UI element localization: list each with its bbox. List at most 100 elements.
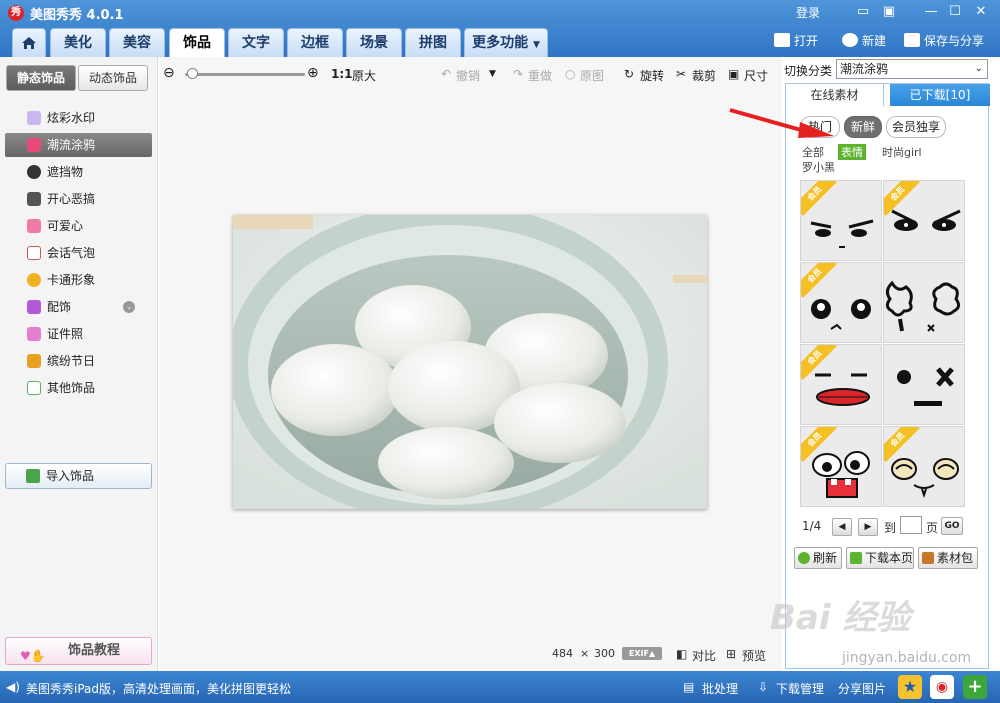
download-manager-button[interactable]: 下载管理 [776, 680, 824, 697]
compare-button[interactable]: 对比 [692, 647, 716, 664]
redo-button[interactable]: 重做 [528, 67, 552, 84]
new-label: 新建 [862, 34, 887, 48]
open-button[interactable]: 打开 [774, 32, 818, 49]
share-image-button[interactable]: 分享图片 [838, 680, 886, 697]
original-button[interactable]: 原图 [580, 67, 604, 84]
close-icon[interactable]: ✕ [970, 3, 992, 21]
preview-button[interactable]: 预览 [742, 647, 766, 664]
status-message[interactable]: 美图秀秀iPad版，高清处理画面，美化拼图更轻松 [26, 680, 291, 697]
tab-scene[interactable]: 场景 [346, 28, 402, 57]
go-button[interactable]: GO [941, 517, 963, 535]
qzone-star-icon[interactable]: ★ [898, 675, 922, 699]
batch-button[interactable]: 批处理 [702, 680, 738, 697]
tab-online-materials[interactable]: 在线素材 [786, 84, 884, 106]
category-item[interactable]: 遮挡物 [5, 160, 152, 184]
sticker-item[interactable]: 会员 [800, 180, 882, 261]
home-tab[interactable] [12, 28, 46, 57]
exif-button[interactable]: EXIF▲ [622, 647, 662, 660]
category-item[interactable]: 开心恶搞 [5, 187, 152, 211]
tab-more[interactable]: 更多功能 ▼ [464, 28, 548, 57]
sticker-item[interactable]: 会员 [800, 262, 882, 343]
category-label: 潮流涂鸦 [47, 138, 96, 152]
category-item[interactable]: 证件照 [5, 322, 152, 346]
undo-dropdown-icon[interactable]: ▼ [489, 69, 496, 79]
download-page-button[interactable]: 下载本页 [846, 547, 914, 569]
package-icon [922, 552, 934, 564]
category-select[interactable]: 潮流涂鸦 ⌄ [836, 59, 988, 79]
weibo-icon[interactable]: ◉ [930, 675, 954, 699]
category-item-active[interactable]: 潮流涂鸦 [5, 133, 152, 157]
add-share-icon[interactable]: + [963, 675, 987, 699]
crop-button[interactable]: 裁剪 [692, 67, 716, 84]
filter-member[interactable]: 会员独享 [886, 116, 946, 138]
sticker-item[interactable]: 会员 [883, 180, 965, 261]
exif-label: EXIF [628, 649, 649, 658]
sparkle-icon [27, 111, 41, 125]
sticker-item[interactable] [883, 344, 965, 425]
category-item[interactable]: 卡通形象 [5, 268, 152, 292]
category-item[interactable]: 其他饰品 [5, 376, 152, 400]
category-item[interactable]: 炫彩水印 [5, 106, 152, 130]
tab-downloaded[interactable]: 已下载[10] [890, 84, 990, 106]
category-label: 缤纷节日 [47, 354, 96, 368]
filter-new[interactable]: 新鲜 [844, 116, 882, 138]
save-share-button[interactable]: 保存与分享 [904, 32, 984, 49]
import-accessory-button[interactable]: 导入饰品 [5, 463, 152, 489]
accessory-tutorial-button[interactable]: ♥✋♥ 饰品教程 [5, 637, 152, 689]
zoom-slider-knob[interactable] [187, 68, 198, 79]
sticker-item[interactable] [883, 262, 965, 343]
minimize-icon[interactable]: — [920, 3, 942, 21]
tab-border[interactable]: 边框 [287, 28, 343, 57]
maximize-icon[interactable]: ☐ [944, 3, 966, 21]
page-number-input[interactable] [900, 516, 922, 534]
chat-icon[interactable]: ▭ [852, 3, 874, 21]
login-link[interactable]: 登录 [796, 4, 820, 21]
sticker-item[interactable]: 会员 [883, 426, 965, 507]
original-icon: ○ [565, 67, 576, 81]
rotate-button[interactable]: 旋转 [640, 67, 664, 84]
resize-button[interactable]: 尺寸 [744, 67, 768, 84]
tab-beauty[interactable]: 美容 [109, 28, 165, 57]
undo-button[interactable]: 撤销 [456, 67, 480, 84]
prev-page-button[interactable]: ◀ [832, 518, 852, 536]
category-label: 证件照 [47, 327, 84, 341]
tab-text[interactable]: 文字 [228, 28, 284, 57]
sticker-item[interactable]: 会员 [800, 344, 882, 425]
original-size-button[interactable]: 原大 [352, 67, 376, 84]
canvas-status-bar: 484 × 300 EXIF▲ ◧ 对比 ⊞ 预览 [159, 641, 782, 665]
category-item[interactable]: 可爱心 [5, 214, 152, 238]
category-item[interactable]: 配饰 ⌄ [5, 295, 152, 319]
subfilter-all[interactable]: 全部 [802, 144, 824, 160]
download-manager-icon: ⇩ [758, 680, 769, 694]
refresh-button[interactable]: 刷新 [794, 547, 842, 569]
subfilter-luoxiaohei[interactable]: 罗小黑 [802, 159, 835, 175]
next-page-button[interactable]: ▶ [858, 518, 878, 536]
new-button[interactable]: 新建 [842, 32, 886, 49]
cartoon-icon [27, 273, 41, 287]
material-pack-button[interactable]: 素材包 [918, 547, 978, 569]
refresh-label: 刷新 [813, 551, 838, 565]
tab-dynamic-accessories[interactable]: 动态饰品 [78, 65, 148, 91]
category-item[interactable]: 缤纷节日 [5, 349, 152, 373]
category-item[interactable]: 会话气泡 [5, 241, 152, 265]
tab-accessories[interactable]: 饰品 [169, 28, 225, 57]
download-page-label: 下载本页 [865, 551, 914, 565]
zoom-slider[interactable] [185, 73, 305, 76]
sticker-grid: 会员 会员 会员 会员 会员 会员 [800, 180, 966, 510]
expand-icon[interactable]: ⌄ [123, 301, 135, 313]
zoom-in-icon[interactable]: ⊕ [307, 65, 319, 81]
sticker-item[interactable]: 会员 [800, 426, 882, 507]
batch-icon: ▤ [683, 680, 695, 694]
ratio-button[interactable]: 1:1 [331, 67, 353, 81]
refresh-icon [798, 552, 810, 564]
category-label: 会话气泡 [47, 246, 96, 260]
skin-icon[interactable]: ▣ [878, 3, 900, 21]
subfilter-fashion-girl[interactable]: 时尚girl [882, 144, 922, 160]
subfilter-emoji[interactable]: 表情 [838, 144, 866, 160]
tab-beautify[interactable]: 美化 [50, 28, 106, 57]
photo-canvas[interactable] [233, 215, 707, 509]
category-label: 其他饰品 [47, 381, 96, 395]
tab-collage[interactable]: 拼图 [405, 28, 461, 57]
tab-static-accessories[interactable]: 静态饰品 [6, 65, 76, 91]
zoom-out-icon[interactable]: ⊖ [163, 65, 175, 81]
